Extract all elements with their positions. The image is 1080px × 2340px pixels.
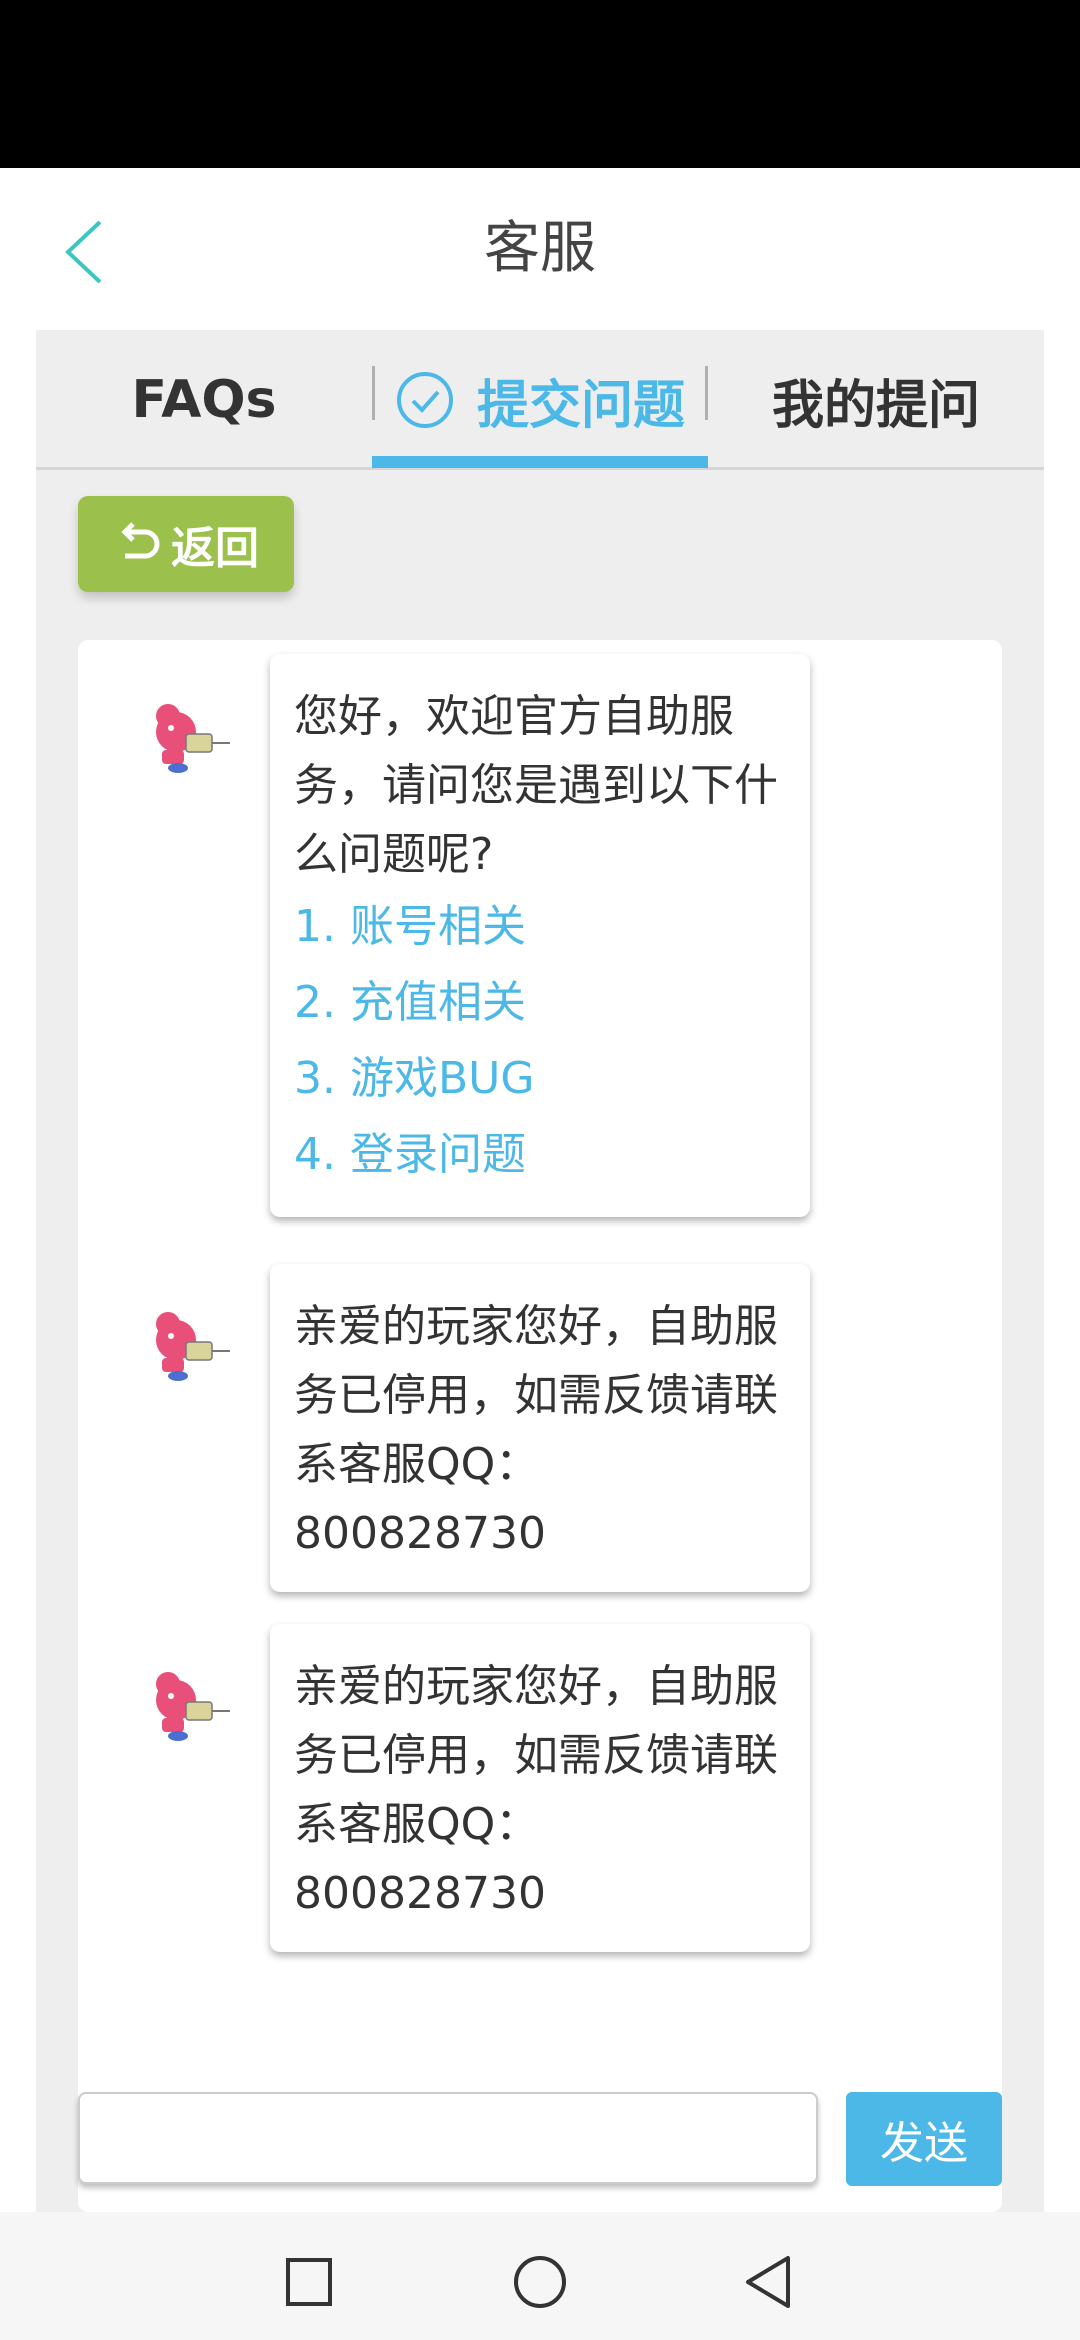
option-login[interactable]: 4. 登录问题: [294, 1117, 786, 1193]
title-bar: 客服: [0, 168, 1080, 330]
option-recharge[interactable]: 2. 充值相关: [294, 965, 786, 1041]
system-nav-bar: [0, 2212, 1080, 2340]
mascot-avatar-icon: [156, 704, 230, 773]
tab-submit-question[interactable]: 提交问题: [372, 330, 708, 470]
message-input[interactable]: [78, 2092, 818, 2184]
status-bar: [0, 0, 1080, 168]
return-arrow-icon: [121, 522, 160, 559]
message-bubble: 您好，欢迎官方自助服务，请问您是遇到以下什么问题呢? 1. 账号相关 2. 充值…: [270, 654, 810, 1217]
content-area: FAQs 提交问题 我的提问 返回 您好，欢迎官方自助服务，请问您是遇到以下什么…: [36, 330, 1044, 2212]
message-text: 亲爱的玩家您好，自助服务已停用，如需反馈请联系客服QQ：800828730: [294, 1301, 778, 1559]
triangle-back-icon[interactable]: [732, 2242, 812, 2322]
option-game-bug[interactable]: 3. 游戏BUG: [294, 1041, 786, 1117]
return-button[interactable]: 返回: [78, 496, 294, 592]
message-text: 亲爱的玩家您好，自助服务已停用，如需反馈请联系客服QQ：800828730: [294, 1661, 778, 1919]
tab-bar: FAQs 提交问题 我的提问: [36, 330, 1044, 470]
tab-faqs[interactable]: FAQs: [36, 330, 372, 470]
send-button[interactable]: 发送: [846, 2092, 1002, 2186]
message-text: 您好，欢迎官方自助服务，请问您是遇到以下什么问题呢?: [294, 691, 778, 880]
message-bubble: 亲爱的玩家您好，自助服务已停用，如需反馈请联系客服QQ：800828730: [270, 1264, 810, 1592]
message-bubble: 亲爱的玩家您好，自助服务已停用，如需反馈请联系客服QQ：800828730: [270, 1624, 810, 1952]
square-icon[interactable]: [268, 2242, 348, 2322]
active-tab-indicator: [372, 456, 708, 468]
page-title: 客服: [484, 216, 596, 281]
option-account[interactable]: 1. 账号相关: [294, 889, 786, 965]
tab-label: 提交问题: [476, 375, 685, 436]
mascot-avatar-icon: [156, 1672, 230, 1741]
tab-label: 我的提问: [771, 375, 980, 436]
mascot-avatar-icon: [156, 1312, 230, 1381]
tab-my-questions[interactable]: 我的提问: [708, 330, 1044, 470]
return-button-label: 返回: [171, 523, 259, 574]
circle-icon[interactable]: [500, 2242, 580, 2322]
check-circle-icon: [396, 372, 453, 428]
tab-label: FAQs: [131, 370, 277, 430]
input-bar: 发送: [78, 2092, 1002, 2202]
chat-panel[interactable]: 您好，欢迎官方自助服务，请问您是遇到以下什么问题呢? 1. 账号相关 2. 充值…: [78, 640, 1002, 2212]
